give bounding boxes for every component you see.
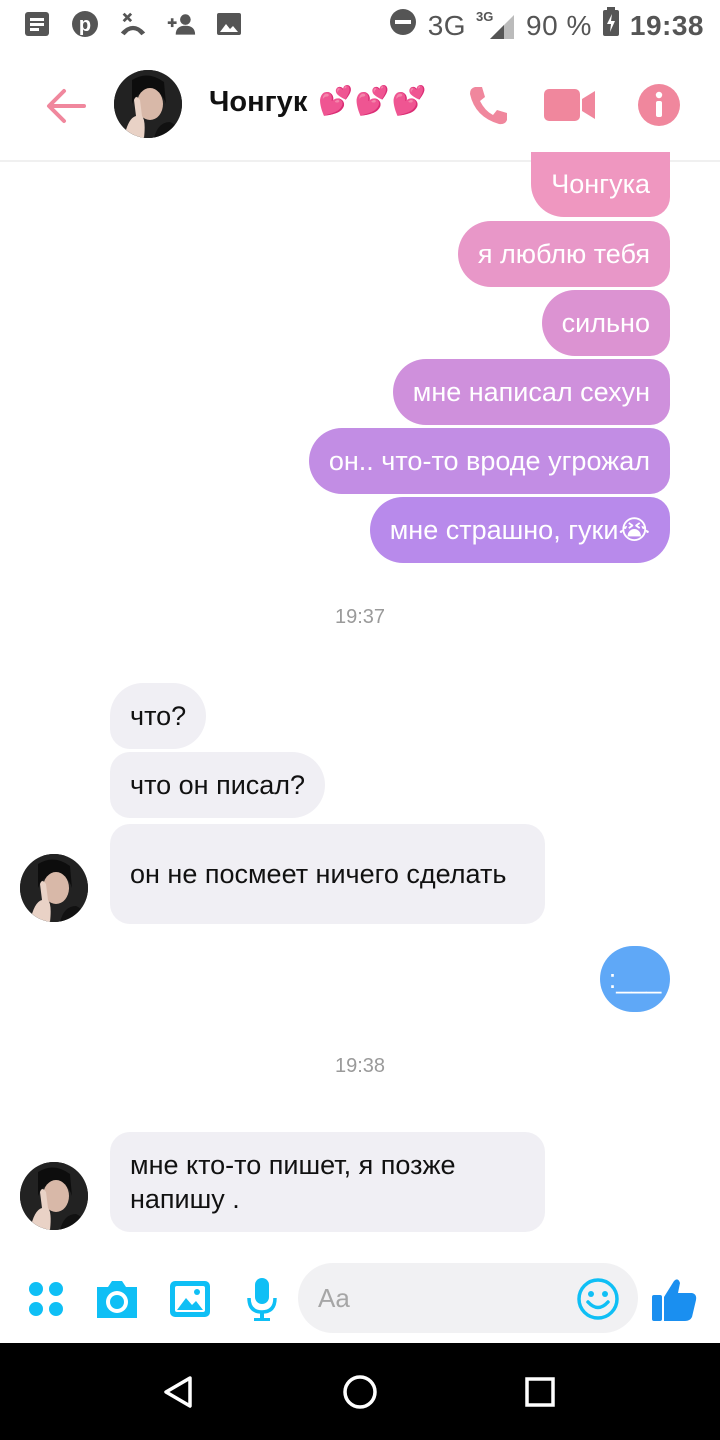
back-arrow-icon[interactable] [44, 84, 88, 128]
timestamp: 19:38 [334, 1055, 386, 1077]
hearts-emoji: 💕💕💕 [318, 84, 429, 117]
system-nav-bar [0, 1343, 720, 1440]
video-camera-icon [544, 89, 595, 121]
network-type: 3G [427, 9, 467, 41]
add-person-icon [166, 9, 196, 39]
voice-call-button[interactable] [466, 82, 512, 128]
message-out[interactable]: я люблю тебя [457, 221, 670, 287]
triangle-back-icon [164, 1376, 192, 1408]
contact-avatar[interactable] [114, 70, 182, 138]
nav-recents-button[interactable] [519, 1371, 561, 1413]
circle-home-icon [343, 1375, 377, 1409]
notes-icon [22, 9, 52, 39]
more-apps-button[interactable] [22, 1275, 70, 1323]
square-recents-icon [525, 1377, 555, 1407]
dnd-icon [388, 7, 418, 44]
message-in[interactable]: мне кто-то пишет, я позже напишу . [110, 1132, 545, 1232]
microphone-icon [247, 1278, 277, 1321]
camera-icon [97, 1281, 137, 1318]
photo-icon [170, 1281, 210, 1317]
pinterest-icon: p [70, 9, 100, 39]
phone-icon [470, 87, 507, 125]
like-button[interactable] [648, 1275, 700, 1323]
camera-button[interactable] [93, 1275, 141, 1323]
battery-charging-icon [602, 7, 620, 44]
sender-avatar[interactable] [20, 1162, 88, 1230]
message-in[interactable]: что? [110, 683, 207, 749]
sender-avatar[interactable] [20, 854, 88, 922]
voice-record-button[interactable] [238, 1275, 286, 1323]
four-dots-icon [29, 1282, 63, 1316]
message-in[interactable]: что он писал? [110, 752, 326, 818]
emoji-button[interactable] [574, 1275, 622, 1323]
nav-back-button[interactable] [158, 1371, 200, 1413]
nav-home-button[interactable] [339, 1371, 381, 1413]
status-bar: p 3G 3G 90 % 19:38 [0, 0, 720, 50]
message-out-blue[interactable]: :___ [600, 946, 670, 1012]
timestamp: 19:37 [334, 606, 386, 628]
message-out[interactable]: сильно [541, 290, 670, 356]
signal-icon: 3G [476, 9, 516, 41]
missed-call-icon [118, 9, 148, 39]
info-button[interactable] [636, 82, 682, 128]
video-call-button[interactable] [544, 82, 596, 128]
message-in[interactable]: он не посмеет ничего сделать [110, 824, 545, 924]
svg-text:p: p [79, 14, 91, 36]
message-out[interactable]: мне страшно, гуки😭 [369, 497, 670, 563]
message-out[interactable]: мне написал сехун [392, 359, 670, 425]
message-out[interactable]: Чонгука [531, 152, 670, 217]
composer-bar [0, 1255, 720, 1343]
thumbs-up-icon [652, 1279, 697, 1321]
gallery-button[interactable] [166, 1275, 214, 1323]
contact-name[interactable]: Чонгук [209, 86, 307, 119]
battery-percent: 90 % [526, 9, 592, 41]
clock: 19:38 [629, 9, 704, 41]
message-out[interactable]: он.. что-то вроде угрожал [308, 428, 670, 494]
hearts-text: 💕💕💕 [318, 85, 429, 116]
image-icon [214, 9, 244, 39]
info-icon [638, 84, 680, 126]
smiley-icon [577, 1278, 619, 1320]
conversation-header: Чонгук 💕💕💕 [0, 50, 720, 162]
